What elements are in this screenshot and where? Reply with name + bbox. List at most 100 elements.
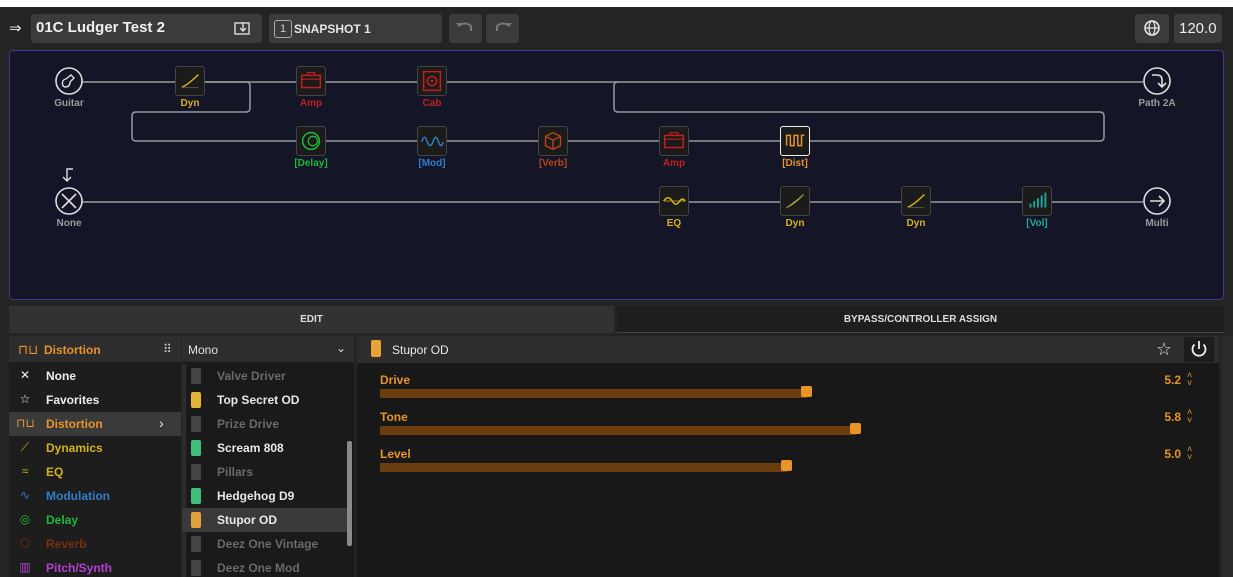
- category-item[interactable]: ⟋ Dynamics: [9, 436, 181, 460]
- model-item[interactable]: Prize Drive: [182, 412, 348, 436]
- redo-button[interactable]: [486, 14, 519, 43]
- model-item[interactable]: Deez One Vintage: [182, 532, 348, 556]
- x-circle-icon: [55, 187, 83, 215]
- param-row: Level 5.0 ˄ ˅: [357, 445, 1219, 485]
- snapshot-number-icon: 1: [274, 20, 292, 38]
- grid-view-icon[interactable]: ⠿: [163, 342, 172, 356]
- mode-selector[interactable]: Mono ⌄: [182, 336, 354, 362]
- category-item[interactable]: ≈ EQ: [9, 460, 181, 484]
- model-item[interactable]: Valve Driver: [182, 364, 348, 388]
- pedal-icon: [191, 536, 201, 552]
- block-label: [Delay]: [294, 158, 328, 169]
- param-slider-handle[interactable]: [801, 386, 812, 397]
- distortion-icon: [780, 126, 810, 156]
- parameter-header: Stupor OD ☆: [357, 336, 1219, 363]
- model-list-scrollbar[interactable]: [347, 441, 352, 546]
- model-item[interactable]: Top Secret OD: [182, 388, 348, 412]
- undo-icon: [456, 22, 472, 31]
- favorite-star-icon[interactable]: ☆: [1153, 338, 1175, 360]
- eq-icon: ≈: [21, 464, 29, 478]
- model-item[interactable]: Hedgehog D9: [182, 484, 348, 508]
- param-slider-track[interactable]: [380, 463, 787, 472]
- block-label: Dyn: [906, 218, 926, 229]
- model-item[interactable]: Stupor OD: [182, 508, 348, 532]
- model-item-label: Scream 808: [217, 441, 284, 455]
- category-item[interactable]: ☆ Favorites: [9, 388, 181, 412]
- tab-bypass-controller-assign[interactable]: BYPASS/CONTROLLER ASSIGN: [617, 306, 1224, 333]
- param-name: Tone: [380, 410, 408, 424]
- model-item-label: Hedgehog D9: [217, 489, 295, 503]
- category-item[interactable]: ⊓⊔ Distortion ›: [9, 412, 181, 436]
- preset-selector[interactable]: 01C Ludger Test 2: [31, 14, 262, 43]
- category-item[interactable]: ✕ None: [9, 364, 181, 388]
- param-stepper-icon[interactable]: ˄ ˅: [1187, 408, 1192, 425]
- volume-icon: [1022, 186, 1052, 216]
- modulation-icon: ∿: [19, 488, 31, 502]
- param-value[interactable]: 5.2: [1137, 373, 1181, 387]
- right-edge: [1222, 336, 1233, 577]
- reverb-icon: ⬡: [19, 536, 31, 550]
- model-item[interactable]: Pillars: [182, 460, 348, 484]
- save-preset-icon[interactable]: [234, 20, 252, 36]
- category-item[interactable]: ∿ Modulation: [9, 484, 181, 508]
- model-panel: Mono ⌄ Valve Driver Top Secret OD Prize Dr…: [182, 336, 354, 577]
- category-item[interactable]: ⬡ Reverb: [9, 532, 181, 556]
- param-name: Level: [380, 447, 411, 461]
- param-slider-track[interactable]: [380, 426, 856, 435]
- category-item[interactable]: ◎ Delay: [9, 508, 181, 532]
- chevron-down-icon: ⌄: [336, 341, 347, 355]
- block-label: [Mod]: [418, 158, 446, 169]
- parameter-panel: Stupor OD ☆ Drive 5.2 ˄ ˅ Tone 5.8 ˄ ˅ Level 5.0 ˄…: [357, 336, 1219, 577]
- menu-icon[interactable]: ⇒: [9, 19, 29, 39]
- block-label: [Vol]: [1026, 218, 1048, 229]
- block-label: Amp: [299, 98, 323, 109]
- undo-button[interactable]: [449, 14, 482, 43]
- block-label: [Verb]: [538, 158, 568, 169]
- param-value[interactable]: 5.8: [1137, 410, 1181, 424]
- pedal-icon: [191, 512, 201, 528]
- param-row: Drive 5.2 ˄ ˅: [357, 371, 1219, 411]
- path1-input-label: Guitar: [54, 98, 84, 109]
- tempo-display[interactable]: 120.0: [1174, 14, 1222, 43]
- redo-icon: [496, 22, 512, 31]
- x-icon: ✕: [19, 368, 31, 382]
- category-panel: ⊓⊔ Distortion ⠿ ✕ None ☆ Favorites ⊓⊔ Distort…: [9, 336, 181, 577]
- category-item-label: Delay: [46, 513, 79, 527]
- category-item-label: Reverb: [46, 537, 87, 551]
- category-header[interactable]: ⊓⊔ Distortion ⠿: [9, 336, 181, 362]
- snapshot-label: SNAPSHOT 1: [294, 22, 371, 36]
- model-item[interactable]: Deez One Mod: [182, 556, 348, 577]
- model-item-label: Top Secret OD: [217, 393, 300, 407]
- delay-icon: [296, 126, 326, 156]
- block-label: Amp: [662, 158, 686, 169]
- model-name: Stupor OD: [392, 343, 449, 357]
- param-slider-track[interactable]: [380, 389, 807, 398]
- block-label: [Dist]: [782, 158, 808, 169]
- param-slider-handle[interactable]: [781, 460, 792, 471]
- chevron-right-icon: ›: [159, 415, 164, 431]
- param-slider-handle[interactable]: [850, 423, 861, 434]
- global-settings-button[interactable]: [1135, 14, 1169, 43]
- amp-icon: [659, 126, 689, 156]
- amp-icon: [296, 66, 326, 96]
- dynamics-icon: [175, 66, 205, 96]
- pedal-icon: [191, 488, 201, 504]
- pedal-icon: [371, 340, 381, 357]
- category-item[interactable]: ▥ Pitch/Synth: [9, 556, 181, 577]
- distortion-icon: ⊓⊔: [18, 342, 39, 357]
- preset-name: 01C Ludger Test 2: [36, 19, 165, 36]
- mode-label: Mono: [188, 343, 219, 357]
- guitar-icon: [55, 67, 83, 95]
- param-stepper-icon[interactable]: ˄ ˅: [1187, 445, 1192, 462]
- pedal-icon: [191, 440, 201, 456]
- tab-edit[interactable]: EDIT: [9, 306, 614, 333]
- path2-output-label: Multi: [1145, 218, 1169, 229]
- block-power-button[interactable]: [1184, 337, 1214, 362]
- param-value[interactable]: 5.0: [1137, 447, 1181, 461]
- param-name: Drive: [380, 373, 411, 387]
- globe-icon: [1144, 20, 1160, 36]
- model-item[interactable]: Scream 808: [182, 436, 348, 460]
- param-stepper-icon[interactable]: ˄ ˅: [1187, 371, 1192, 388]
- snapshot-selector[interactable]: 1 SNAPSHOT 1: [269, 14, 442, 43]
- path2-input-arrow-icon: [62, 168, 73, 182]
